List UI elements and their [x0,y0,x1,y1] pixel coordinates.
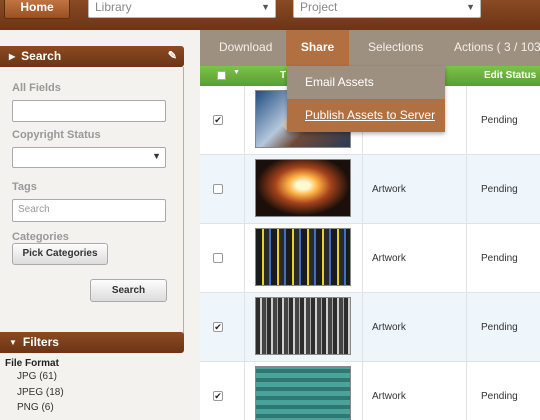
asset-thumbnail[interactable] [255,297,351,355]
tags-search-input[interactable]: Search [12,199,166,222]
row-checkbox[interactable]: ✔ [213,322,223,332]
tab-download[interactable]: Download [219,30,272,66]
row-edit-status: Pending [481,322,518,333]
tab-actions[interactable]: Actions ( 3 / 103 [454,30,540,66]
chevron-down-icon: ▼ [261,2,270,12]
row-category: Artwork [372,253,406,264]
table-row[interactable]: ✔ Artwork Pending [200,293,540,362]
table-row[interactable]: Artwork Pending [200,224,540,293]
column-header-edit-status[interactable]: Edit Status [484,70,536,81]
copyright-status-select[interactable]: ▼ [12,147,166,168]
edit-icon[interactable]: ✎ [168,46,177,67]
row-category: Artwork [372,391,406,402]
chevron-down-icon: ▼ [466,2,475,12]
asset-thumbnail[interactable] [255,366,351,420]
all-fields-label: All Fields [12,82,61,94]
tab-selections[interactable]: Selections [368,30,423,66]
file-format-png[interactable]: PNG (6) [17,402,54,413]
column-header-title[interactable]: T [280,70,286,81]
library-dropdown[interactable]: Library ▼ [88,0,276,18]
action-tabs: Download Share Selections Actions ( 3 / … [200,30,540,66]
select-all-checkbox[interactable] [217,71,226,80]
project-dropdown-label: Project [300,0,338,14]
asset-thumbnail[interactable] [255,228,351,286]
home-button[interactable]: Home [4,0,70,19]
row-checkbox[interactable]: ✔ [213,391,223,401]
row-edit-status: Pending [481,253,518,264]
search-panel-body: All Fields Copyright Status ▼ Tags Searc… [0,67,184,337]
chevron-down-icon[interactable]: ▼ [233,69,240,76]
table-row[interactable]: Artwork Pending [200,155,540,224]
file-format-label: File Format [5,358,59,369]
filters-panel-header[interactable]: ▼ Filters [0,332,184,353]
all-fields-input[interactable] [12,100,166,122]
left-sidebar: ▶ Search ✎ All Fields Copyright Status ▼ … [0,30,190,420]
table-row[interactable]: ✔ Artwork Pending [200,362,540,420]
library-dropdown-label: Library [95,0,132,14]
search-panel-title: Search [21,49,62,63]
row-checkbox[interactable]: ✔ [213,115,223,125]
asset-thumbnail[interactable] [255,159,351,217]
tab-share[interactable]: Share [286,30,349,66]
copyright-status-label: Copyright Status [12,129,101,141]
tags-label: Tags [12,181,37,193]
project-dropdown[interactable]: Project ▼ [293,0,481,18]
share-dropdown-menu: Email Assets Publish Assets to Server [287,66,445,132]
file-format-jpg[interactable]: JPG (61) [17,371,57,382]
search-panel-header[interactable]: ▶ Search ✎ [0,46,184,67]
top-bar: Home Library ▼ Project ▼ [0,0,540,30]
file-format-jpeg[interactable]: JPEG (18) [17,387,64,398]
caret-down-icon: ▼ [9,338,17,347]
row-checkbox[interactable] [213,184,223,194]
pick-categories-button[interactable]: Pick Categories [12,243,108,265]
asset-table: ✔ Pending Artwork Pending Artwork Pendin… [200,86,540,420]
search-button[interactable]: Search [90,279,167,302]
menu-item-email-assets[interactable]: Email Assets [287,66,445,99]
row-checkbox[interactable] [213,253,223,263]
caret-right-icon: ▶ [9,52,16,61]
row-category: Artwork [372,184,406,195]
menu-item-publish-assets[interactable]: Publish Assets to Server [287,99,445,132]
row-edit-status: Pending [481,391,518,402]
filters-panel-title: Filters [22,335,59,349]
categories-label: Categories [12,231,69,243]
row-edit-status: Pending [481,115,518,126]
row-edit-status: Pending [481,184,518,195]
chevron-down-icon: ▼ [152,151,161,161]
row-category: Artwork [372,322,406,333]
